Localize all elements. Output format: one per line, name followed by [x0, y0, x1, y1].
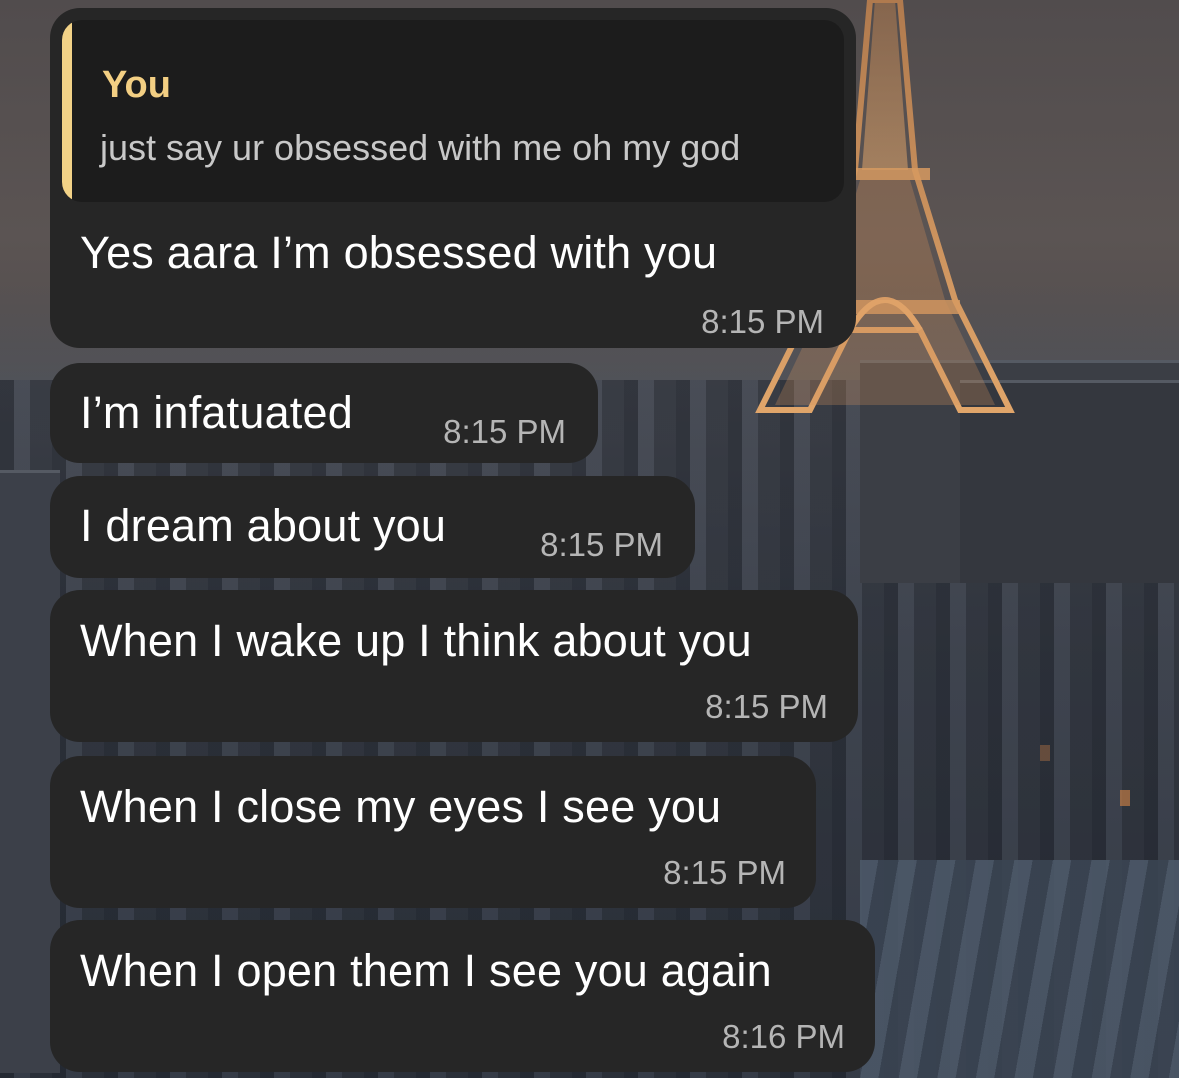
message-time: 8:15 PM	[705, 688, 828, 725]
message-bubble[interactable]: When I open them I see you again 8:16 PM	[50, 920, 875, 1072]
quote-accent-bar	[62, 20, 72, 202]
message-bubble[interactable]: When I wake up I think about you 8:15 PM	[50, 590, 858, 742]
message-time: 8:15 PM	[443, 413, 566, 450]
message-text: When I open them I see you again	[80, 945, 772, 996]
message-bubble[interactable]: I dream about you 8:15 PM	[50, 476, 695, 578]
quoted-message-text: just say ur obsessed with me oh my god	[100, 127, 741, 168]
message-text: I dream about you	[80, 500, 447, 551]
message-time: 8:15 PM	[701, 303, 824, 340]
quoted-sender-name: You	[102, 64, 171, 106]
message-time: 8:15 PM	[540, 526, 663, 563]
message-bubble[interactable]: I’m infatuated 8:15 PM	[50, 363, 598, 463]
message-text: When I close my eyes I see you	[80, 781, 722, 832]
message-text: I’m infatuated	[80, 387, 353, 438]
message-time: 8:16 PM	[722, 1018, 845, 1055]
message-bubble-reply[interactable]: You just say ur obsessed with me oh my g…	[50, 8, 856, 348]
message-text: Yes aara I’m obsessed with you	[80, 227, 718, 278]
message-text: When I wake up I think about you	[80, 615, 752, 666]
quoted-message[interactable]: You just say ur obsessed with me oh my g…	[62, 20, 844, 202]
message-bubble[interactable]: When I close my eyes I see you 8:15 PM	[50, 756, 816, 908]
message-time: 8:15 PM	[663, 854, 786, 891]
